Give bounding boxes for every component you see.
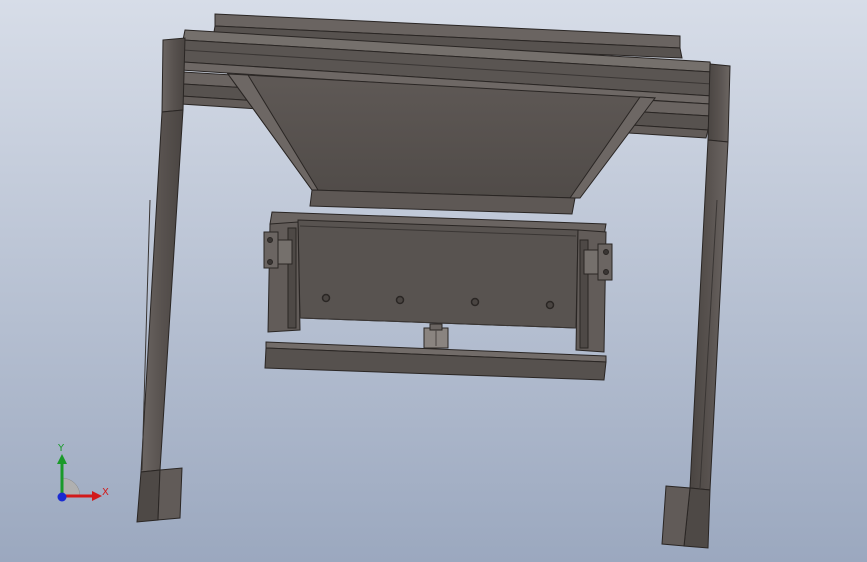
graphics-viewport[interactable]: Y X: [0, 0, 867, 562]
center-motor: [423, 323, 449, 349]
y-axis-label: Y: [58, 443, 65, 454]
bolt: [321, 293, 331, 303]
bolt: [395, 295, 405, 305]
x-axis-label: X: [102, 487, 109, 498]
coordinate-triad: Y X: [40, 440, 120, 510]
bolt: [470, 297, 480, 307]
bolt: [545, 300, 555, 310]
3d-model-view[interactable]: [0, 0, 867, 562]
triad-icon: [57, 454, 102, 502]
